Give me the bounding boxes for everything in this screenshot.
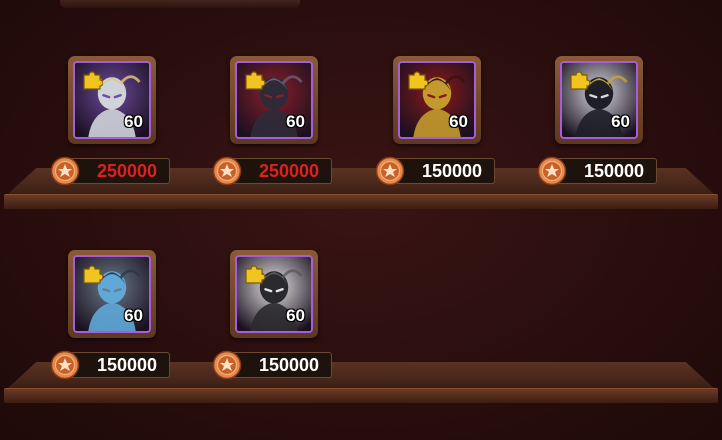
price-tag[interactable]: 150000 bbox=[375, 156, 497, 186]
hero-level: 60 bbox=[286, 306, 305, 325]
puzzle-piece-icon bbox=[243, 263, 265, 285]
hero-shop-item[interactable]: 60 250000 bbox=[212, 56, 340, 192]
hero-level: 60 bbox=[449, 112, 468, 131]
hero-portrait: 60 bbox=[235, 255, 313, 333]
gold-coin-icon bbox=[375, 156, 405, 186]
hero-shop-item[interactable]: 60 150000 bbox=[212, 250, 340, 386]
hero-card[interactable]: 60 bbox=[230, 250, 318, 338]
hero-card[interactable]: 60 bbox=[230, 56, 318, 144]
hero-card[interactable]: 60 bbox=[393, 56, 481, 144]
price-tag[interactable]: 250000 bbox=[212, 156, 334, 186]
puzzle-piece-icon bbox=[406, 69, 428, 91]
hero-shop-item[interactable]: 60 250000 bbox=[50, 56, 178, 192]
puzzle-piece-icon bbox=[243, 69, 265, 91]
hero-portrait: 60 bbox=[398, 61, 476, 139]
price-tag[interactable]: 150000 bbox=[212, 350, 334, 380]
price-bar: 150000 bbox=[228, 352, 332, 378]
price-amount: 150000 bbox=[421, 161, 483, 181]
hero-shop-item[interactable]: 60 150000 bbox=[50, 250, 178, 386]
price-amount: 250000 bbox=[96, 161, 158, 181]
gold-coin-icon bbox=[212, 350, 242, 380]
price-bar: 150000 bbox=[391, 158, 495, 184]
hero-portrait: 60 bbox=[235, 61, 313, 139]
puzzle-piece-icon bbox=[568, 69, 590, 91]
hero-shop-item[interactable]: 60 150000 bbox=[375, 56, 503, 192]
gold-coin-icon bbox=[212, 156, 242, 186]
hero-level: 60 bbox=[286, 112, 305, 131]
hero-portrait: 60 bbox=[73, 255, 151, 333]
price-bar: 150000 bbox=[66, 352, 170, 378]
puzzle-piece-icon bbox=[81, 263, 103, 285]
price-tag[interactable]: 250000 bbox=[50, 156, 172, 186]
price-bar: 250000 bbox=[228, 158, 332, 184]
price-amount: 250000 bbox=[258, 161, 320, 181]
price-amount: 150000 bbox=[258, 355, 320, 375]
price-tag[interactable]: 150000 bbox=[537, 156, 659, 186]
hero-card[interactable]: 60 bbox=[68, 56, 156, 144]
price-tag[interactable]: 150000 bbox=[50, 350, 172, 380]
gold-coin-icon bbox=[537, 156, 567, 186]
hero-portrait: 60 bbox=[73, 61, 151, 139]
puzzle-piece-icon bbox=[81, 69, 103, 91]
gold-coin-icon bbox=[50, 156, 80, 186]
price-bar: 250000 bbox=[66, 158, 170, 184]
price-amount: 150000 bbox=[583, 161, 645, 181]
gold-coin-icon bbox=[50, 350, 80, 380]
hero-level: 60 bbox=[124, 306, 143, 325]
hero-level: 60 bbox=[611, 112, 630, 131]
hero-card[interactable]: 60 bbox=[555, 56, 643, 144]
hero-portrait: 60 bbox=[560, 61, 638, 139]
price-bar: 150000 bbox=[553, 158, 657, 184]
hero-level: 60 bbox=[124, 112, 143, 131]
hero-card[interactable]: 60 bbox=[68, 250, 156, 338]
top-shelf-edge bbox=[60, 0, 300, 8]
hero-shop-item[interactable]: 60 150000 bbox=[537, 56, 665, 192]
price-amount: 150000 bbox=[96, 355, 158, 375]
